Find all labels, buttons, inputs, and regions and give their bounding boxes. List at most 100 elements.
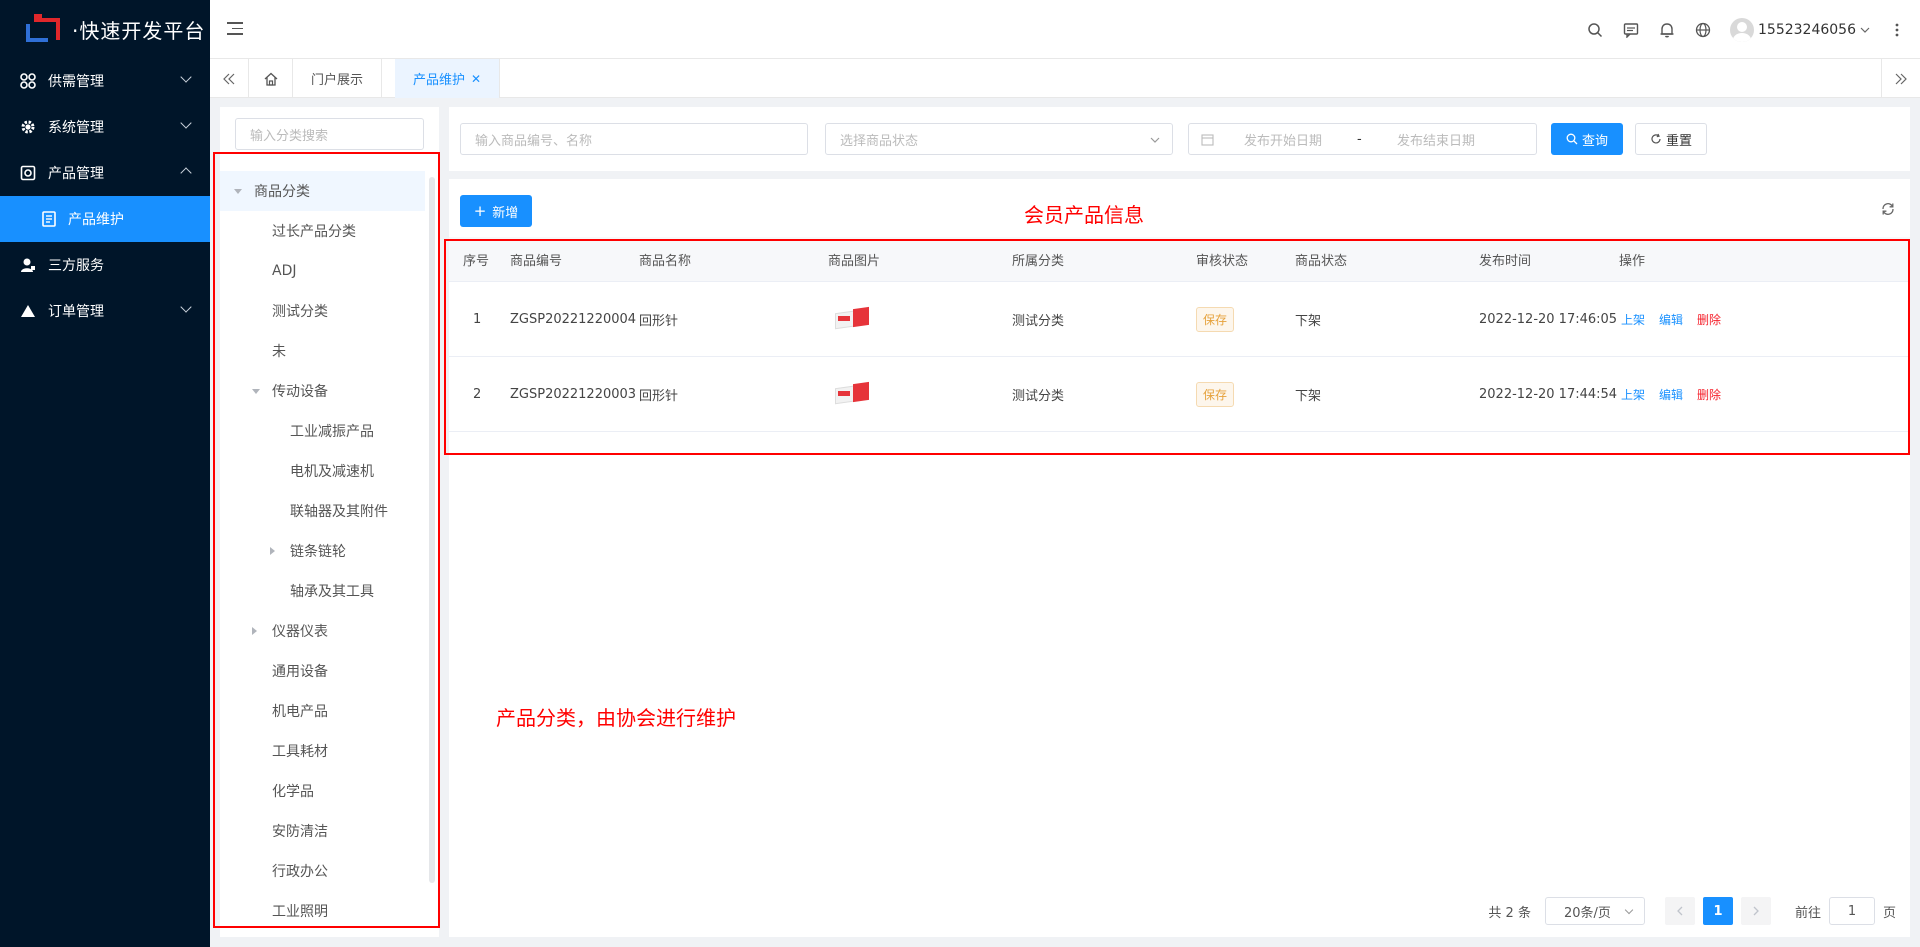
triangle-icon — [20, 303, 36, 319]
caret-right-icon[interactable] — [270, 547, 275, 555]
tree-annotation-text: 产品分类，由协会进行维护 — [496, 706, 736, 730]
status-placeholder: 选择商品状态 — [840, 133, 919, 149]
sidebar-item-orders[interactable]: 订单管理 — [0, 288, 210, 334]
tree-node[interactable]: 电机及减速机 — [220, 451, 425, 491]
product-image[interactable] — [833, 357, 871, 431]
date-range-picker[interactable]: 发布开始日期 - 发布结束日期 — [1188, 123, 1537, 155]
tree-scrollbar[interactable] — [429, 177, 435, 883]
sidebar-item-system[interactable]: 系统管理 — [0, 104, 210, 150]
search-icon[interactable] — [1586, 21, 1604, 39]
tree-node-label: 传动设备 — [272, 384, 328, 400]
search-button[interactable]: 查询 — [1551, 123, 1623, 155]
user-icon — [20, 257, 36, 273]
tabs-scroll-right-button[interactable] — [1881, 59, 1920, 98]
sidebar-item-third-party[interactable]: 三方服务 — [0, 242, 210, 288]
globe-icon[interactable] — [1694, 21, 1712, 39]
sidebar-subitem-label: 产品维护 — [68, 212, 124, 228]
sidebar-item-label: 三方服务 — [48, 258, 104, 274]
tree-node[interactable]: 通用设备 — [220, 651, 425, 691]
row-index: 1 — [473, 311, 482, 327]
tree-node[interactable]: 商品分类 — [220, 171, 425, 211]
end-date-placeholder: 发布结束日期 — [1397, 133, 1476, 149]
tree-node[interactable]: 过长产品分类 — [220, 211, 425, 251]
top-header: 15523246056 — [210, 0, 1920, 59]
product-status: 下架 — [1295, 388, 1322, 404]
prev-page-button[interactable] — [1664, 897, 1695, 925]
tab-portal[interactable]: 门户展示 — [293, 59, 383, 98]
delete-link[interactable]: 删除 — [1697, 386, 1721, 403]
tree-node-label: 工具耗材 — [272, 744, 328, 760]
total-count: 共 2 条 — [1488, 905, 1531, 921]
keyword-input[interactable]: 输入商品编号、名称 — [460, 123, 808, 155]
pagination: 共 2 条 20条/页 1 前往 1 页 — [1488, 897, 1910, 925]
tree-node[interactable]: 机电产品 — [220, 691, 425, 731]
header-actions: 15523246056 — [1586, 0, 1906, 59]
tree-node[interactable]: 联轴器及其附件 — [220, 491, 425, 531]
category-search-input[interactable]: 输入分类搜索 — [235, 118, 424, 150]
table-annotation-text: 会员产品信息 — [1024, 203, 1144, 227]
goto-page-input[interactable]: 1 — [1828, 897, 1875, 925]
tree-node[interactable]: 工具耗材 — [220, 731, 425, 771]
menu-toggle-icon[interactable] — [227, 22, 243, 36]
user-menu[interactable]: 15523246056 — [1730, 17, 1870, 42]
close-icon[interactable]: ✕ — [471, 72, 481, 86]
tree-node[interactable]: 行政办公 — [220, 851, 425, 891]
product-image[interactable] — [833, 282, 871, 356]
chevron-left-icon — [1677, 906, 1683, 916]
more-vertical-icon[interactable] — [1888, 21, 1906, 39]
tabs-scroll-left-button[interactable] — [210, 59, 249, 98]
sidebar-item-product[interactable]: 产品管理 — [0, 150, 210, 196]
product-category: 测试分类 — [1012, 388, 1065, 404]
sidebar-item-label: 产品管理 — [48, 166, 104, 182]
sidebar-item-supply-demand[interactable]: 供需管理 — [0, 58, 210, 104]
edit-link[interactable]: 编辑 — [1659, 311, 1683, 328]
tree-node[interactable]: 工业照明 — [220, 891, 425, 931]
tree-node[interactable]: 轴承及其工具 — [220, 571, 425, 611]
chevron-down-icon — [180, 117, 192, 129]
tree-node-label: 链条链轮 — [290, 544, 346, 560]
tree-node[interactable]: 未 — [220, 331, 425, 371]
caret-down-icon[interactable] — [252, 389, 260, 394]
publish-link[interactable]: 上架 — [1621, 311, 1645, 328]
reset-button-label: 重置 — [1665, 133, 1692, 149]
publish-link[interactable]: 上架 — [1621, 386, 1645, 403]
tree-node[interactable]: ADJ — [220, 251, 425, 291]
publish-time: 2022-12-20 17:46:05 — [1479, 311, 1618, 327]
delete-link[interactable]: 删除 — [1697, 311, 1721, 328]
grid-icon — [20, 73, 36, 89]
tree-node-label: 化学品 — [272, 784, 314, 800]
caret-right-icon[interactable] — [252, 627, 257, 635]
page-number-button[interactable]: 1 — [1702, 897, 1733, 925]
chevron-down-icon — [1860, 27, 1870, 33]
tree-node[interactable]: 化学品 — [220, 771, 425, 811]
sidebar-subitem-product-maintenance[interactable]: 产品维护 — [0, 196, 210, 242]
sidebar: ·快速开发平台 供需管理 系统管理 产品管理 产品维护 三方服务 订单管理 — [0, 0, 210, 947]
product-category: 测试分类 — [1012, 313, 1065, 329]
tree-node-label: 机电产品 — [272, 704, 328, 720]
tree-node-label: 未 — [272, 344, 286, 360]
column-header: 商品编号 — [510, 253, 563, 269]
tree-node[interactable]: 链条链轮 — [220, 531, 425, 571]
tab-product-maintenance[interactable]: 产品维护 ✕ — [395, 59, 501, 98]
tab-home[interactable] — [249, 59, 293, 98]
refresh-icon[interactable] — [1880, 201, 1896, 217]
edit-link[interactable]: 编辑 — [1659, 386, 1683, 403]
bell-icon[interactable] — [1658, 21, 1676, 39]
gear-icon — [20, 119, 36, 135]
next-page-button[interactable] — [1740, 897, 1771, 925]
tree-node[interactable]: 仪器仪表 — [220, 611, 425, 651]
tree-node[interactable]: 传动设备 — [220, 371, 425, 411]
reset-button[interactable]: 重置 — [1635, 123, 1707, 155]
caret-down-icon[interactable] — [234, 189, 242, 194]
goto-label: 前往 — [1794, 905, 1821, 921]
logo[interactable]: ·快速开发平台 — [0, 0, 210, 58]
status-select[interactable]: 选择商品状态 — [825, 123, 1173, 155]
tree-node[interactable]: 测试分类 — [220, 291, 425, 331]
calendar-icon — [1201, 134, 1214, 146]
tree-node[interactable]: 工业减振产品 — [220, 411, 425, 451]
message-icon[interactable] — [1622, 21, 1640, 39]
product-code: ZGSP20221220003 — [510, 386, 637, 402]
page-size-select[interactable]: 20条/页 — [1544, 897, 1645, 925]
add-button[interactable]: + 新增 — [460, 195, 532, 227]
tree-node[interactable]: 安防清洁 — [220, 811, 425, 851]
